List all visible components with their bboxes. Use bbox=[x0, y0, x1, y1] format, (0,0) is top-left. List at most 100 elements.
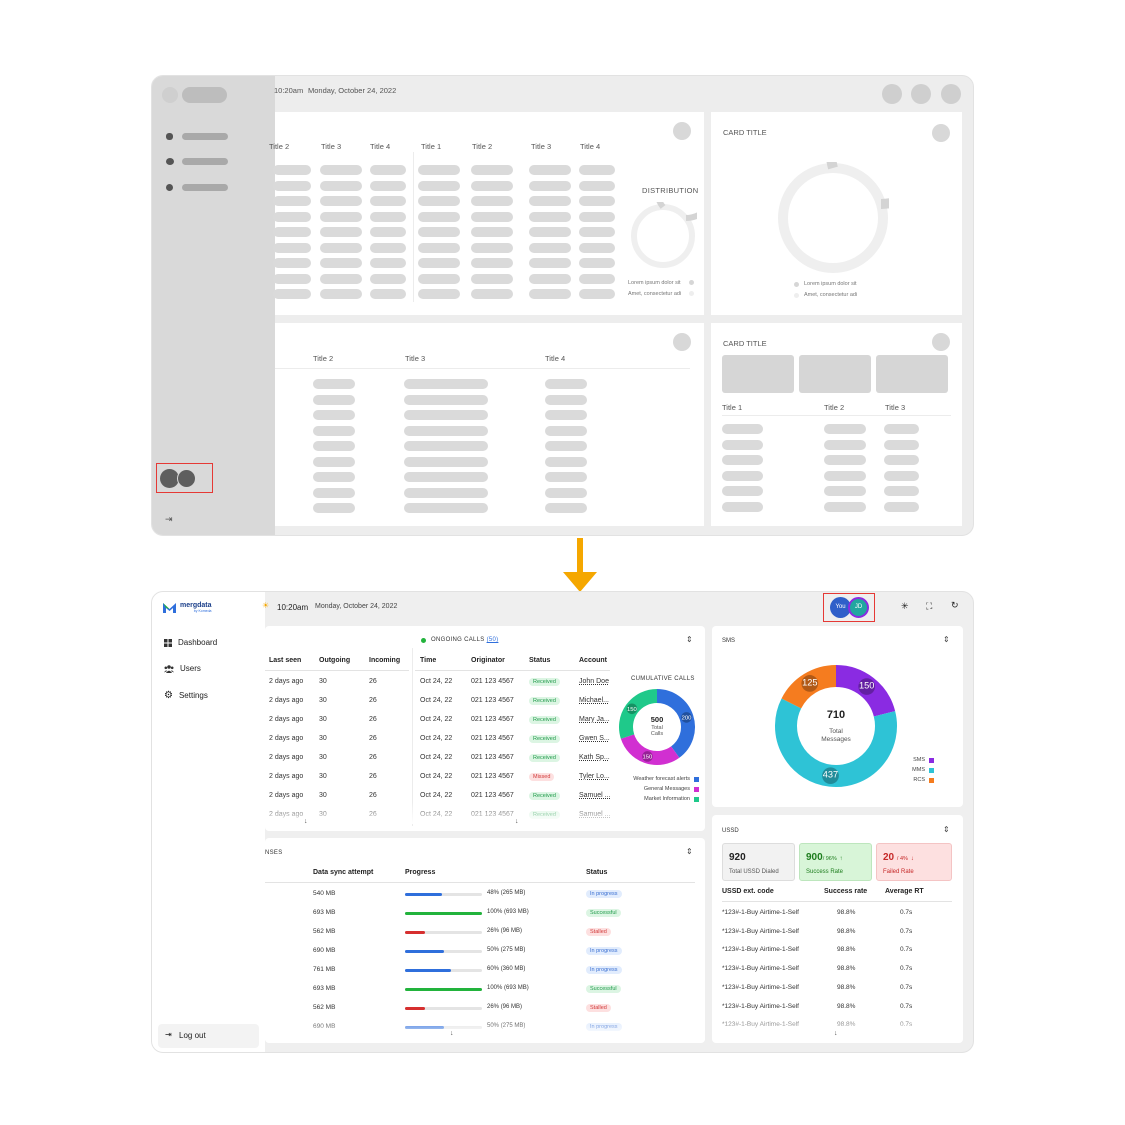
col-header: Originator bbox=[471, 657, 505, 664]
account-link[interactable]: Tyler Lo... bbox=[579, 773, 610, 780]
expand-icon[interactable]: ⇕ bbox=[686, 847, 693, 856]
wire-card-menu[interactable] bbox=[932, 333, 950, 351]
wire-col-title: Title 3 bbox=[321, 142, 342, 151]
wire-placeholder bbox=[320, 165, 362, 175]
account-link[interactable]: Samuel ... bbox=[579, 792, 611, 799]
legend-label: SMS bbox=[913, 757, 925, 763]
scroll-down-icon[interactable]: ↓ bbox=[515, 818, 519, 825]
wire-placeholder bbox=[471, 242, 513, 253]
sidebar-item-dashboard[interactable]: Dashboard bbox=[164, 638, 217, 647]
sidebar-item-settings[interactable]: ⚙ Settings bbox=[164, 690, 208, 700]
account-link[interactable]: John Doe bbox=[579, 678, 609, 685]
progress-bar bbox=[405, 912, 482, 915]
sync-size: 690 MB bbox=[313, 947, 336, 954]
wire-placeholder bbox=[313, 487, 355, 498]
scroll-down-icon[interactable]: ↓ bbox=[304, 818, 308, 825]
table-cell: 2 days ago bbox=[269, 697, 304, 704]
wire-card-menu[interactable] bbox=[673, 333, 691, 351]
gear-icon bbox=[166, 184, 173, 191]
divider bbox=[412, 648, 413, 826]
sidebar-item-label: Users bbox=[180, 664, 201, 673]
legend-swatch bbox=[929, 777, 934, 783]
wire-placeholder bbox=[404, 441, 488, 451]
wire-placeholder bbox=[418, 211, 460, 222]
brightness-icon[interactable]: ✳ bbox=[901, 601, 909, 612]
wireframe-avatar[interactable] bbox=[177, 469, 196, 488]
wire-col-title: Title 3 bbox=[531, 142, 552, 151]
ussd-card: USSD ⇕ 920 Total USSD Dialed 900/ 96% ↑ … bbox=[712, 815, 963, 1043]
call-time: Oct 24, 22 bbox=[420, 735, 453, 742]
sidebar-item-label: Settings bbox=[178, 691, 208, 700]
wireframe-nav-pill[interactable] bbox=[182, 184, 228, 191]
table-cell: 2 days ago bbox=[269, 678, 304, 685]
scroll-down-icon[interactable]: ↓ bbox=[450, 1030, 454, 1037]
status-badge: Stalled bbox=[586, 928, 611, 936]
ussd-code: *123#-1-Buy Airtime-1-Self bbox=[722, 1002, 799, 1010]
brand-logo[interactable]: mergdata by Komeda bbox=[163, 602, 212, 613]
wire-placeholder bbox=[824, 470, 866, 481]
account-link[interactable]: Mary Ja... bbox=[579, 716, 610, 723]
wire-card-table: Title 2 Title 3 Title 4 bbox=[275, 323, 704, 526]
legend-label: RCS bbox=[913, 777, 925, 783]
progress-fill bbox=[405, 988, 482, 991]
col-header: Last seen bbox=[269, 657, 302, 664]
wireframe-nav-pill[interactable] bbox=[182, 158, 228, 165]
scroll-fade bbox=[265, 802, 705, 824]
wire-card-menu[interactable] bbox=[673, 122, 691, 140]
wire-legend: Lorem ipsum dolor sit bbox=[804, 281, 857, 287]
progress-percent: 26% bbox=[487, 928, 500, 934]
stat-total-dialed: 920 Total USSD Dialed bbox=[722, 843, 795, 881]
progress-amount: (360 MB) bbox=[500, 966, 526, 972]
divider bbox=[265, 882, 695, 883]
logout-label: Log out bbox=[179, 1031, 206, 1040]
wire-placeholder bbox=[418, 258, 460, 268]
sidebar-item-label: Dashboard bbox=[178, 638, 218, 647]
wire-header-button[interactable] bbox=[941, 84, 961, 104]
wire-placeholder bbox=[529, 165, 571, 175]
logout-button[interactable]: ⇥ Log out bbox=[158, 1024, 259, 1048]
wire-placeholder bbox=[370, 180, 406, 191]
wire-placeholder bbox=[722, 501, 763, 512]
donut-value-label: 150 bbox=[627, 707, 638, 713]
wire-col-title: Title 4 bbox=[545, 354, 566, 363]
sidebar-item-users[interactable]: Users bbox=[164, 664, 201, 673]
wire-placeholder bbox=[722, 439, 763, 450]
scroll-down-icon[interactable]: ↓ bbox=[834, 1030, 838, 1037]
call-time: Oct 24, 22 bbox=[420, 697, 453, 704]
wireframe-nav-pill[interactable] bbox=[182, 133, 228, 140]
account-link[interactable]: Kath Sp... bbox=[579, 754, 610, 761]
status-badge: Stalled bbox=[586, 1004, 611, 1012]
donut-value-label: 200 bbox=[682, 715, 693, 721]
wire-col-title: Title 2 bbox=[269, 142, 290, 151]
logout-icon[interactable]: ⇥ bbox=[165, 514, 173, 525]
ongoing-calls-count[interactable]: (50) bbox=[487, 637, 499, 643]
expand-icon[interactable]: ⇕ bbox=[686, 635, 693, 644]
fullscreen-icon[interactable]: ⛶ bbox=[926, 601, 932, 612]
wire-placeholder bbox=[529, 289, 571, 299]
wire-placeholder bbox=[404, 379, 488, 389]
calls-total-label: Total Calls bbox=[650, 725, 664, 737]
wire-card-menu[interactable] bbox=[932, 124, 950, 142]
avatar-jd[interactable]: JD bbox=[848, 597, 869, 618]
status-badge: Received bbox=[529, 735, 560, 743]
ussd-success-rate: 98.8% bbox=[837, 1002, 856, 1010]
down-arrow-icon bbox=[563, 538, 597, 592]
cumulative-calls-title: CUMULATIVE CALLS bbox=[631, 676, 695, 682]
col-header: Incoming bbox=[369, 657, 401, 664]
account-link[interactable]: Gwen S... bbox=[579, 735, 610, 742]
account-link[interactable]: Michael... bbox=[579, 697, 609, 704]
ongoing-calls-title: ONGOING CALLS (50) bbox=[431, 637, 498, 643]
wire-header-button[interactable] bbox=[911, 84, 931, 104]
wire-placeholder bbox=[370, 165, 406, 175]
wire-placeholder bbox=[722, 470, 763, 481]
col-header: Account bbox=[579, 657, 607, 664]
expand-icon[interactable]: ⇕ bbox=[943, 825, 950, 834]
refresh-icon[interactable]: ↻ bbox=[951, 600, 959, 611]
wire-placeholder bbox=[320, 289, 362, 299]
wire-header-button[interactable] bbox=[882, 84, 902, 104]
wire-placeholder bbox=[722, 455, 763, 465]
wire-card-table-distribution: Title 2 Title 3 Title 4 Title 1 Title 2 … bbox=[269, 112, 704, 315]
wire-placeholder bbox=[529, 242, 571, 253]
wire-col-title: Title 2 bbox=[472, 142, 493, 151]
expand-icon[interactable]: ⇕ bbox=[943, 635, 950, 644]
